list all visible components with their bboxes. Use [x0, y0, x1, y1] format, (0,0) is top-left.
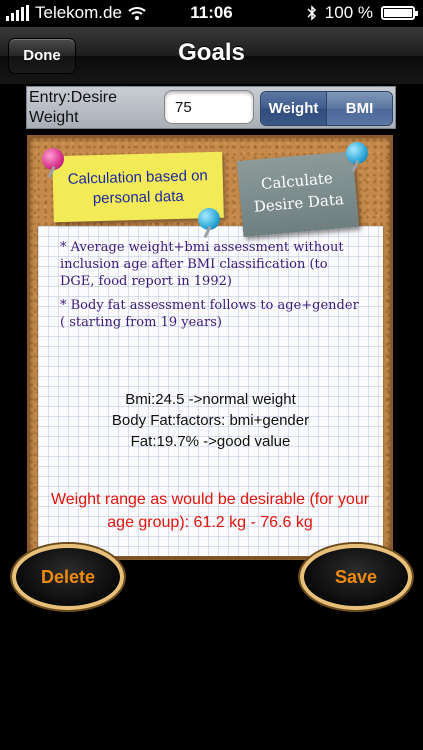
desirable-weight-range: Weight range as would be desirable (for … — [50, 491, 370, 531]
desire-weight-input[interactable]: 75 — [164, 90, 254, 124]
battery-percent: 100 % — [324, 3, 373, 22]
delete-button[interactable]: Delete — [12, 544, 124, 610]
pink-pushpin-icon — [42, 148, 64, 170]
weight-bmi-segmented-control: Weight BMI — [260, 91, 393, 126]
battery-icon — [381, 6, 418, 20]
status-right: 100 % — [307, 3, 418, 23]
info-bullet-body-fat: * Body fat assessment follows to age+gen… — [60, 298, 359, 330]
blue-pushpin-icon — [346, 142, 368, 164]
entry-bar: Entry:Desire Weight 75 Weight BMI — [26, 86, 396, 129]
body-fat-factors: Body Fat:factors: bmi+gender — [111, 412, 310, 429]
segment-weight[interactable]: Weight — [261, 92, 326, 125]
info-bullet-bmi: * Average weight+bmi assessment without … — [60, 240, 344, 289]
page-title: Goals — [178, 39, 245, 66]
bmi-result: Bmi:24.5 ->normal weight — [125, 391, 296, 408]
desire-weight-label: Entry:Desire Weight — [29, 89, 118, 126]
blue-pushpin-icon — [198, 208, 220, 230]
status-bar: Telekom.de 11:06 100 % — [0, 0, 423, 27]
segment-bmi[interactable]: BMI — [326, 92, 392, 125]
bluetooth-icon — [307, 5, 316, 21]
navigation-bar: Done Goals — [0, 27, 423, 85]
calculate-desire-data-button[interactable]: Calculate Desire Data — [236, 151, 360, 237]
calculation-note: Calculation based on personal data — [52, 151, 224, 223]
save-button[interactable]: Save — [300, 544, 412, 610]
fat-result: Fat:19.7% ->good value — [130, 433, 291, 450]
